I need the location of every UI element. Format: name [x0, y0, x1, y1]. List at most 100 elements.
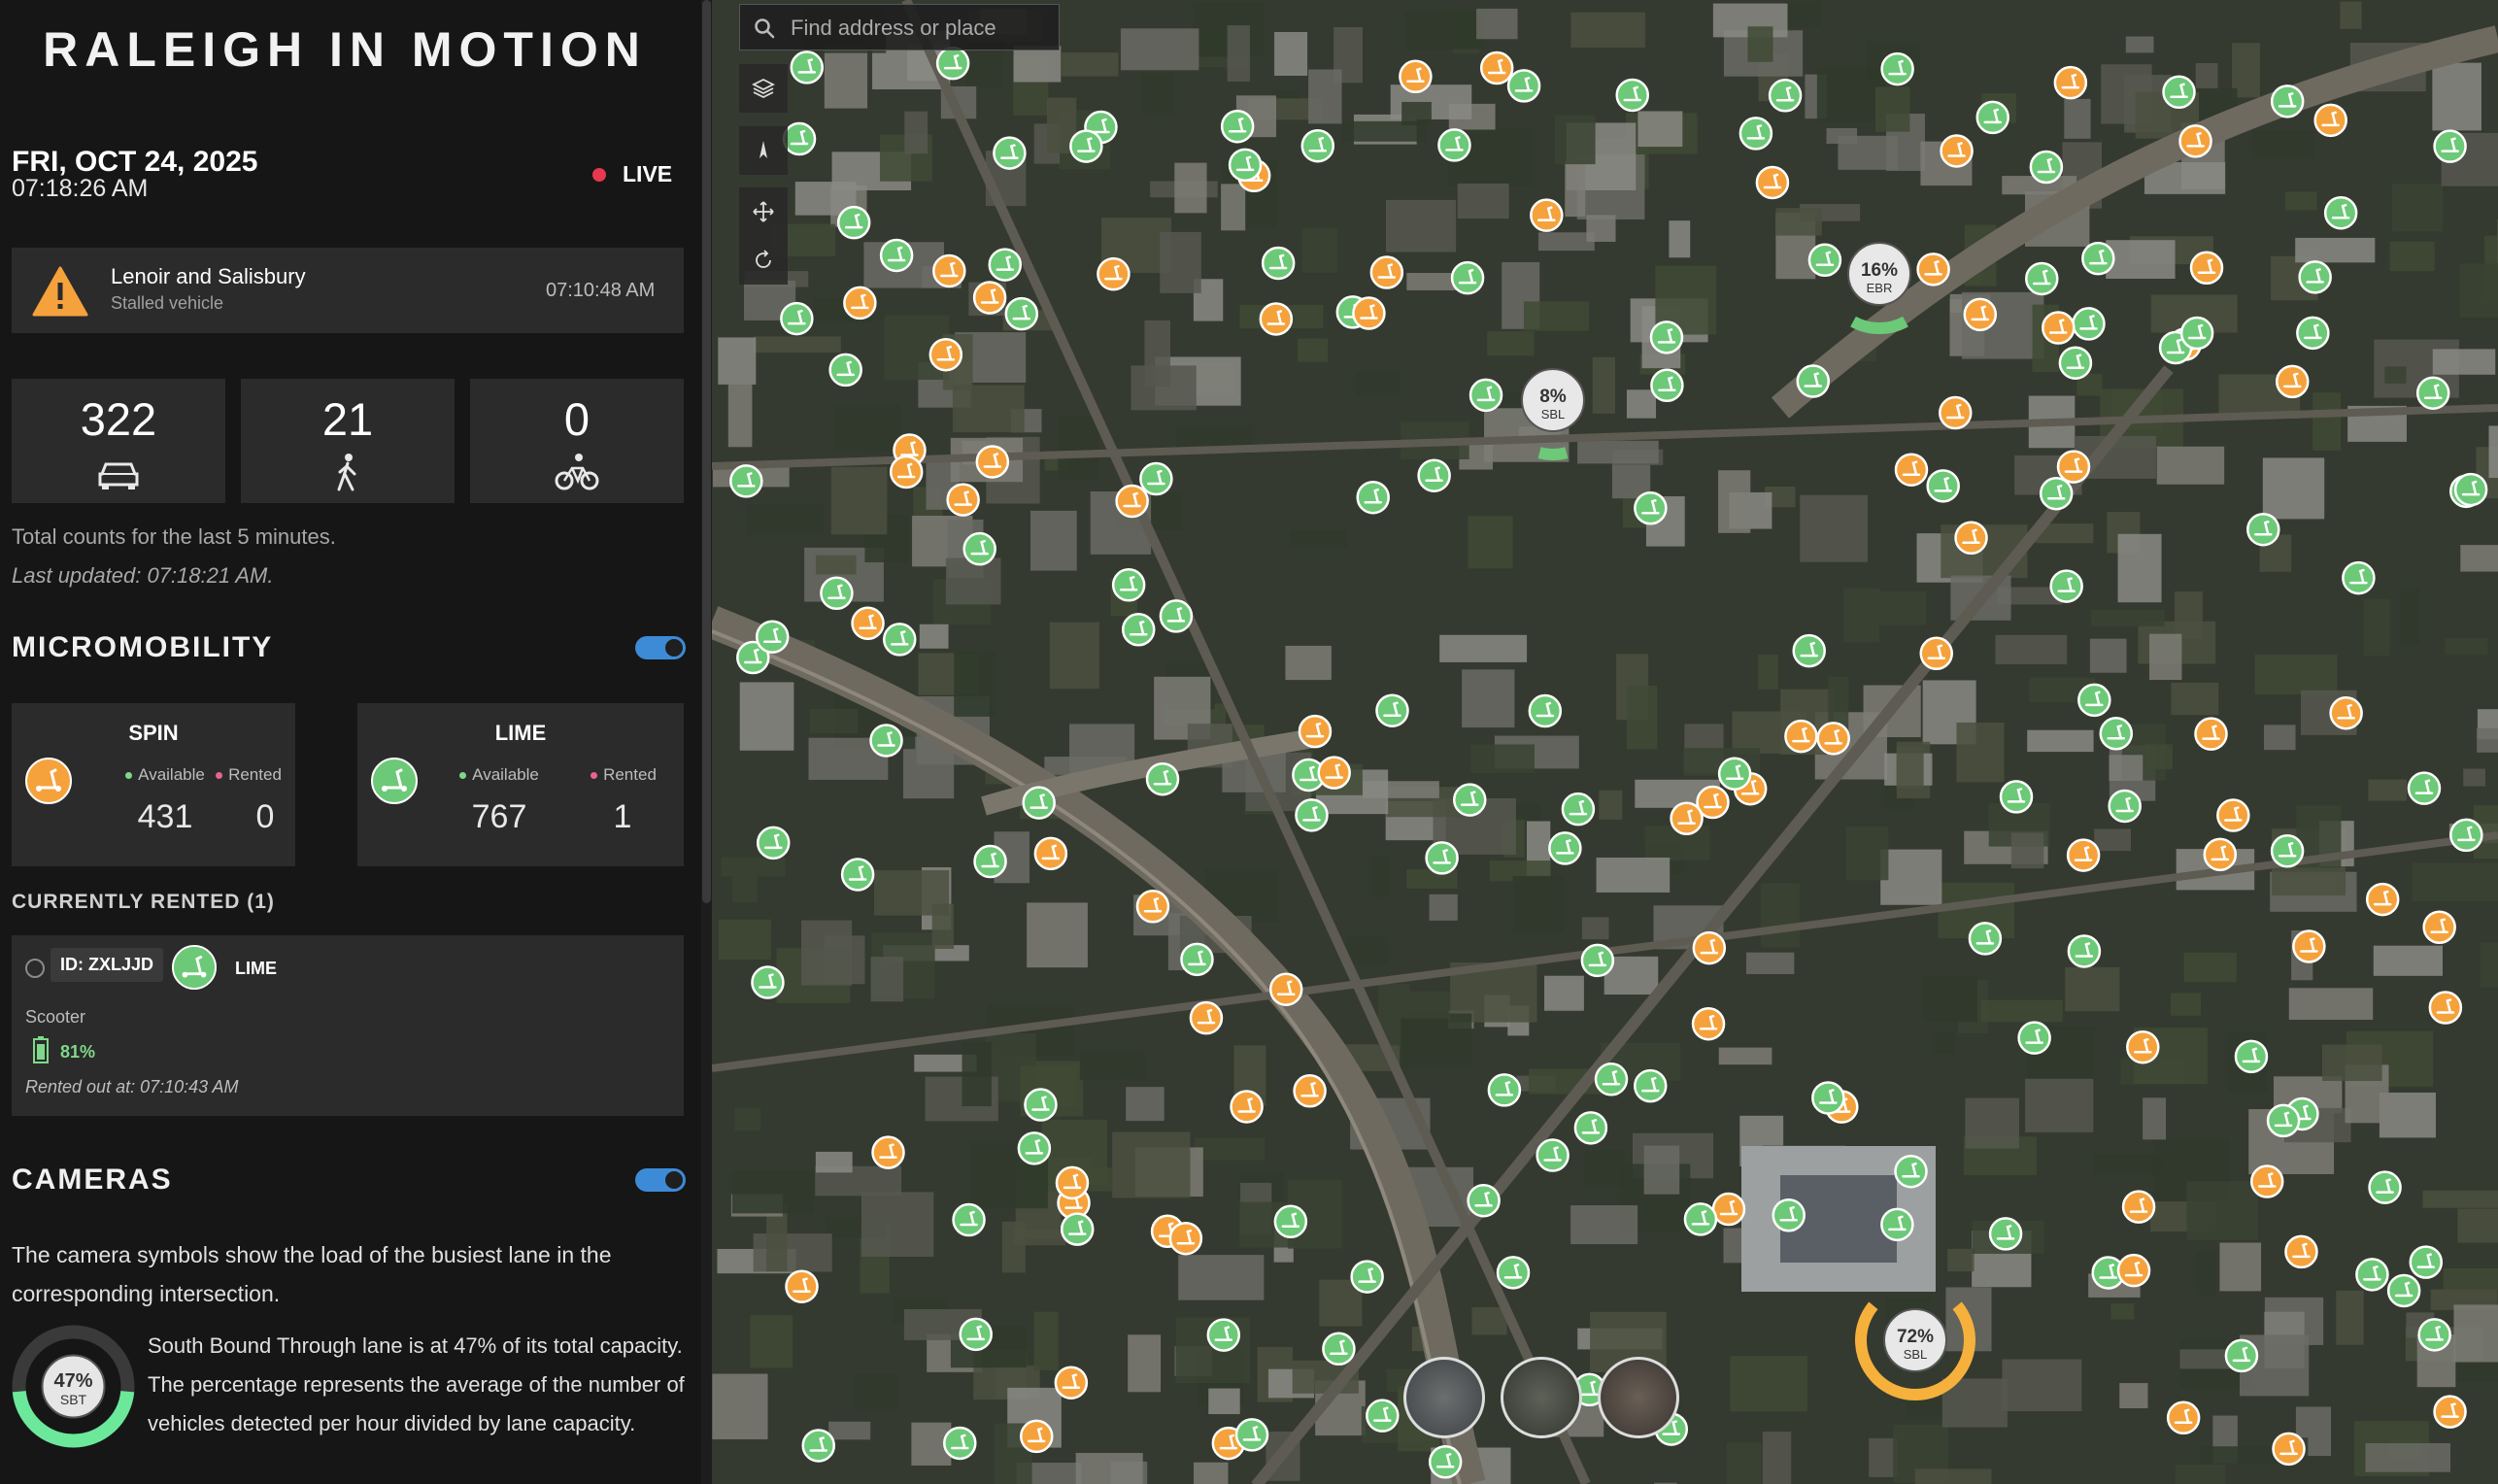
lime-scooter-marker[interactable]	[2099, 717, 2134, 751]
lime-scooter-marker[interactable]	[959, 1317, 993, 1352]
lime-scooter-marker[interactable]	[2266, 1103, 2301, 1138]
lime-scooter-marker[interactable]	[1580, 943, 1615, 978]
lime-scooter-marker[interactable]	[943, 1426, 977, 1461]
lime-scooter-marker[interactable]	[840, 858, 875, 892]
lime-scooter-marker[interactable]	[1968, 922, 2003, 956]
lime-scooter-marker[interactable]	[1880, 51, 1914, 86]
lime-scooter-marker[interactable]	[2017, 1021, 2051, 1055]
lime-scooter-marker[interactable]	[1634, 1068, 1668, 1103]
spin-scooter-marker[interactable]	[946, 483, 980, 517]
lime-scooter-marker[interactable]	[836, 205, 871, 240]
search-input[interactable]	[789, 5, 1055, 51]
lime-scooter-marker[interactable]	[962, 531, 996, 566]
lime-scooter-marker[interactable]	[2179, 316, 2214, 351]
spin-scooter-marker[interactable]	[1115, 484, 1149, 519]
lime-scooter-marker[interactable]	[1180, 942, 1214, 977]
lime-scooter-marker[interactable]	[1926, 469, 1960, 503]
lime-scooter-marker[interactable]	[1536, 1138, 1570, 1172]
spin-scooter-marker[interactable]	[1298, 714, 1333, 749]
spin-scooter-marker[interactable]	[1033, 836, 1068, 871]
spin-scooter-marker[interactable]	[1399, 59, 1433, 94]
lime-scooter-marker[interactable]	[1322, 1332, 1356, 1366]
lime-scooter-marker[interactable]	[1615, 78, 1649, 113]
lime-scooter-marker[interactable]	[1649, 320, 1684, 354]
lime-scooter-marker[interactable]	[755, 620, 790, 654]
spin-scooter-marker[interactable]	[1369, 255, 1404, 289]
spin-scooter-marker[interactable]	[2166, 1400, 2201, 1435]
lime-scooter-marker[interactable]	[2039, 476, 2074, 511]
lime-scooter-marker[interactable]	[1273, 1204, 1308, 1239]
spin-scooter-marker[interactable]	[1894, 453, 1929, 487]
lime-scooter-marker[interactable]	[2296, 316, 2330, 351]
lime-scooter-marker[interactable]	[869, 724, 903, 758]
spin-scooter-marker[interactable]	[2272, 1432, 2306, 1467]
lime-scooter-marker[interactable]	[2449, 818, 2483, 853]
spin-scooter-marker[interactable]	[889, 455, 924, 489]
lime-scooter-marker[interactable]	[1452, 783, 1487, 817]
spin-scooter-marker[interactable]	[1784, 719, 1818, 754]
spin-scooter-marker[interactable]	[2203, 837, 2238, 872]
spin-scooter-marker[interactable]	[1097, 256, 1131, 291]
incident-alert[interactable]: Lenoir and Salisbury Stalled vehicle 07:…	[12, 248, 684, 333]
spin-scooter-marker[interactable]	[1019, 1419, 1054, 1454]
basemap-imagery-button[interactable]	[1403, 1357, 1485, 1438]
lime-scooter-marker[interactable]	[1022, 786, 1056, 820]
lime-scooter-marker[interactable]	[2323, 195, 2358, 230]
lime-scooter-marker[interactable]	[1366, 1399, 1400, 1433]
spin-scooter-marker[interactable]	[2433, 1395, 2467, 1429]
spin-scooter-marker[interactable]	[1189, 1000, 1224, 1035]
lime-scooter-marker[interactable]	[988, 248, 1023, 282]
lime-scooter-marker[interactable]	[1634, 491, 1668, 525]
lime-scooter-marker[interactable]	[1261, 246, 1296, 281]
spin-scooter-marker[interactable]	[2249, 1164, 2284, 1198]
lime-scooter-marker[interactable]	[2072, 307, 2106, 341]
lime-scooter-marker[interactable]	[780, 301, 814, 336]
spin-scooter-marker[interactable]	[2056, 450, 2091, 484]
spin-scooter-marker[interactable]	[2329, 695, 2363, 730]
lime-scooter-marker[interactable]	[1528, 693, 1563, 728]
lime-scooter-marker[interactable]	[1234, 1418, 1269, 1452]
spin-scooter-marker[interactable]	[2126, 1029, 2160, 1064]
spin-scooter-marker[interactable]	[843, 286, 877, 320]
lime-scooter-marker[interactable]	[973, 844, 1007, 879]
lime-scooter-marker[interactable]	[2453, 472, 2488, 507]
lime-scooter-marker[interactable]	[1894, 1154, 1928, 1189]
lime-scooter-marker[interactable]	[1988, 1217, 2023, 1251]
lime-scooter-marker[interactable]	[1159, 599, 1194, 633]
spin-scooter-marker[interactable]	[1135, 890, 1170, 924]
lime-scooter-marker[interactable]	[729, 464, 763, 498]
spin-scooter-marker[interactable]	[1692, 930, 1727, 965]
spin-scooter-marker[interactable]	[2292, 929, 2326, 963]
lime-scooter-marker[interactable]	[2407, 771, 2442, 805]
lime-scooter-marker[interactable]	[2067, 934, 2102, 968]
lime-scooter-marker[interactable]	[1450, 260, 1485, 295]
lime-scooter-marker[interactable]	[828, 353, 862, 388]
lime-scooter-marker[interactable]	[2433, 129, 2467, 163]
spin-scooter-marker[interactable]	[2066, 838, 2101, 872]
scrollbar-thumb[interactable]	[702, 0, 711, 903]
spin-scooter-marker[interactable]	[1916, 253, 1950, 287]
lime-scooter-marker[interactable]	[1792, 633, 1826, 668]
spin-scooter-marker[interactable]	[2276, 364, 2310, 399]
lime-scooter-marker[interactable]	[1487, 1073, 1522, 1107]
lime-scooter-marker[interactable]	[2368, 1170, 2402, 1204]
lime-scooter-marker[interactable]	[2049, 569, 2083, 603]
spin-scooter-marker[interactable]	[1670, 801, 1704, 836]
lime-scooter-marker[interactable]	[1768, 79, 1803, 113]
lime-scooter-marker[interactable]	[1069, 129, 1103, 163]
lime-scooter-marker[interactable]	[1811, 1081, 1845, 1115]
lime-scooter-marker[interactable]	[879, 238, 914, 273]
lime-scooter-marker[interactable]	[1145, 761, 1180, 796]
lime-scooter-marker[interactable]	[1738, 117, 1773, 151]
lime-scooter-marker[interactable]	[952, 1202, 986, 1237]
lime-scooter-marker[interactable]	[820, 576, 854, 611]
micromobility-toggle[interactable]	[635, 636, 686, 659]
lime-scooter-marker[interactable]	[993, 136, 1027, 170]
spin-scooter-marker[interactable]	[975, 445, 1010, 479]
lime-scooter-marker[interactable]	[1295, 798, 1329, 832]
basemap-hybrid-button[interactable]	[1598, 1357, 1679, 1438]
lime-scooter-marker[interactable]	[1506, 69, 1541, 103]
lime-scooter-marker[interactable]	[2342, 560, 2376, 595]
lime-scooter-marker[interactable]	[1417, 458, 1451, 492]
lime-scooter-marker[interactable]	[2298, 260, 2332, 294]
